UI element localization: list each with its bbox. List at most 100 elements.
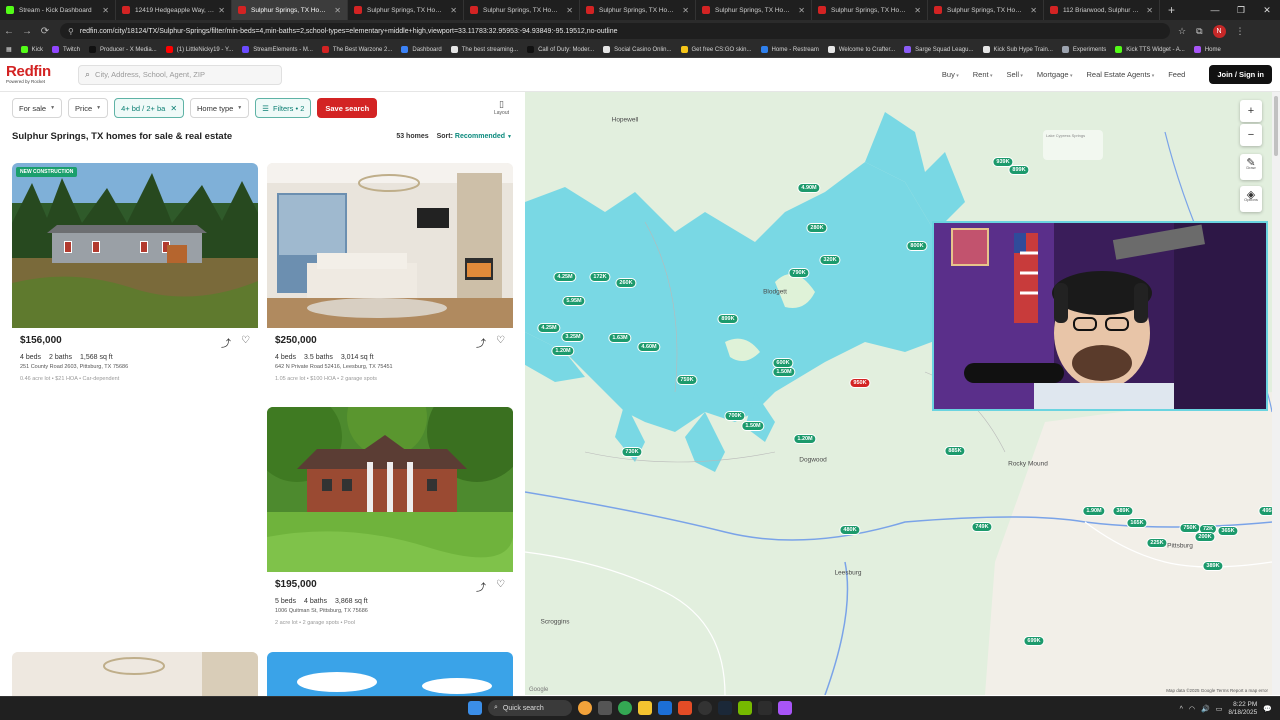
map-price-pin[interactable]: 790K (789, 269, 809, 277)
page-scrollbar[interactable] (1272, 92, 1280, 695)
nvidia-icon[interactable] (738, 701, 752, 715)
bookmark-item[interactable]: Dashboard (401, 46, 442, 53)
map-price-pin[interactable]: 4.25M (538, 324, 560, 332)
map-price-pin[interactable]: 389K (1203, 562, 1223, 570)
bookmark-item[interactable]: Social Casino Onlin... (603, 46, 672, 53)
map-price-pin[interactable]: 600K (773, 359, 793, 367)
close-tab-icon[interactable]: ✕ (798, 6, 805, 15)
search-input[interactable] (95, 70, 271, 79)
task-view-icon[interactable] (598, 701, 612, 715)
browser-tab[interactable]: Sulphur Springs, TX Homes fo ✕ (464, 0, 580, 20)
map-price-pin[interactable]: 730K (622, 448, 642, 456)
map-price-pin[interactable]: 759K (677, 376, 697, 384)
browser-tab[interactable]: Sulphur Springs, TX Homes fo ✕ (348, 0, 464, 20)
browser-tab[interactable]: Sulphur Springs, TX Homes fo ✕ (580, 0, 696, 20)
price-dropdown[interactable]: Price ▼ (68, 98, 109, 118)
nav-agents[interactable]: Real Estate Agents (1087, 70, 1155, 79)
browser-tab[interactable]: 12419 Hedgeapple Way, Louis✕ (116, 0, 232, 20)
map-price-pin[interactable]: 899K (1009, 166, 1029, 174)
zoom-in-button[interactable]: + (1240, 100, 1262, 122)
share-icon[interactable]: ⤴ (476, 579, 486, 594)
tray-chevron-icon[interactable]: ^ (1180, 706, 1183, 713)
share-icon[interactable]: ⤴ (476, 335, 486, 350)
browser-tab[interactable]: Sulphur Springs, TX Homes fo ✕ (696, 0, 812, 20)
edge-icon[interactable] (658, 701, 672, 715)
map-price-pin[interactable]: 939K (993, 158, 1013, 166)
bookmark-star-icon[interactable]: ☆ (1178, 26, 1186, 37)
browser-tab[interactable]: Sulphur Springs, TX Homes fo ✕ (812, 0, 928, 20)
bookmark-item[interactable]: Experiments (1061, 46, 1106, 53)
reload-icon[interactable]: ⟳ (36, 26, 54, 37)
browser-menu-icon[interactable]: ⋮ (1236, 26, 1245, 37)
profile-avatar[interactable]: N (1212, 24, 1226, 38)
zoom-out-button[interactable]: − (1240, 124, 1262, 146)
back-icon[interactable]: ← (0, 26, 18, 37)
new-tab-button[interactable]: + (1160, 3, 1183, 17)
streaming-app-icon[interactable] (778, 701, 792, 715)
bookmark-item[interactable]: Sarge Squad Leagu... (904, 46, 974, 53)
map-price-pin[interactable]: 699K (1024, 637, 1044, 645)
clock[interactable]: 8:22 PM 8/18/2025 (1228, 701, 1257, 717)
map-price-pin[interactable]: 320K (820, 256, 840, 264)
start-icon[interactable] (468, 701, 482, 715)
notifications-icon[interactable]: 💬 (1263, 705, 1272, 713)
minimize-icon[interactable]: — (1202, 5, 1228, 15)
browser-tab[interactable]: 112 Briarwood, Sulphur Springs✕ (1044, 0, 1160, 20)
map-price-pin[interactable]: 5.95M (563, 297, 585, 305)
extensions-icon[interactable]: ⧉ (1196, 26, 1202, 37)
close-tab-icon[interactable]: ✕ (566, 6, 573, 15)
map-price-pin[interactable]: 1.50M (773, 368, 795, 376)
redfin-logo[interactable]: Redfin Powered by Rocket (6, 64, 68, 85)
forward-icon[interactable]: → (18, 26, 36, 37)
url-bar[interactable]: ⚲ redfin.com/city/18124/TX/Sulphur-Sprin… (60, 23, 1170, 39)
save-search-button[interactable]: Save search (317, 98, 378, 118)
map-price-pin[interactable]: 260K (616, 279, 636, 287)
nav-mortgage[interactable]: Mortgage (1037, 70, 1073, 79)
close-window-icon[interactable]: ✕ (1254, 5, 1280, 16)
map-price-pin[interactable]: 1.90M (1083, 507, 1105, 515)
file-explorer-icon[interactable] (638, 701, 652, 715)
favorite-heart-icon[interactable]: ♡ (496, 335, 505, 350)
listing-photo[interactable]: NEW CONSTRUCTION (12, 163, 258, 328)
bookmark-item[interactable]: Home - Restream (760, 46, 819, 53)
map-price-pin[interactable]: 1.50M (742, 422, 764, 430)
nav-buy[interactable]: Buy (942, 70, 959, 79)
map-price-pin[interactable]: 1.20M (794, 435, 816, 443)
map-options-button[interactable]: ◈ Options (1240, 186, 1262, 212)
map-price-pin[interactable]: 749K (972, 523, 992, 531)
map-price-pin[interactable]: 750K (1180, 524, 1200, 532)
map-price-pin[interactable]: 800K (907, 242, 927, 250)
map-price-pin[interactable]: 700K (725, 412, 745, 420)
map-price-pin[interactable]: 72K (1199, 525, 1217, 533)
network-icon[interactable]: ◠ (1189, 705, 1195, 713)
bookmark-item[interactable]: The Best Warzone 2... (321, 46, 392, 53)
bookmark-item[interactable]: Producer - X Media... (89, 46, 157, 53)
bookmark-item[interactable]: Kick Sub Hype Train... (982, 46, 1053, 53)
map-attribution[interactable]: Map data ©2025 Google Terms Report a map… (1166, 688, 1268, 693)
beds-baths-filter[interactable]: 4+ bd / 2+ ba ✕ (114, 98, 185, 118)
map-price-pin[interactable]: 495 (1259, 507, 1272, 515)
bookmark-item[interactable]: StreamElements - M... (242, 46, 313, 53)
map-price-pin[interactable]: 172K (590, 273, 610, 281)
widgets-icon[interactable] (578, 701, 592, 715)
scrollbar-thumb[interactable] (1274, 96, 1278, 156)
clear-filter-icon[interactable]: ✕ (170, 104, 177, 113)
map-price-pin[interactable]: 225K (1147, 539, 1167, 547)
steam-icon[interactable] (718, 701, 732, 715)
home-type-dropdown[interactable]: Home type ▼ (190, 98, 250, 118)
map-price-pin[interactable]: 885K (945, 447, 965, 455)
map-price-pin[interactable]: 4.60M (638, 343, 660, 351)
listing-photo[interactable] (267, 163, 513, 328)
map-price-pin[interactable]: 3.25M (562, 333, 584, 341)
listing-card[interactable]: $250,000 ⤴ ♡ 4 beds 3.5 baths 3,014 sq ft 6… (267, 163, 513, 393)
listing-card[interactable] (12, 652, 258, 696)
map-price-pin[interactable]: 950K (850, 379, 870, 387)
taskbar-search[interactable]: ⌕ Quick search (488, 700, 572, 716)
map-price-pin[interactable]: 165K (1127, 519, 1147, 527)
close-tab-icon[interactable]: ✕ (218, 6, 225, 15)
map-price-pin[interactable]: 4.25M (554, 273, 576, 281)
map-price-pin[interactable]: 4.90M (798, 184, 820, 192)
browser-tab[interactable]: Stream - Kick Dashboard ✕ (0, 0, 116, 20)
map-price-pin[interactable]: 200K (1195, 533, 1215, 541)
nav-rent[interactable]: Rent (973, 70, 993, 79)
